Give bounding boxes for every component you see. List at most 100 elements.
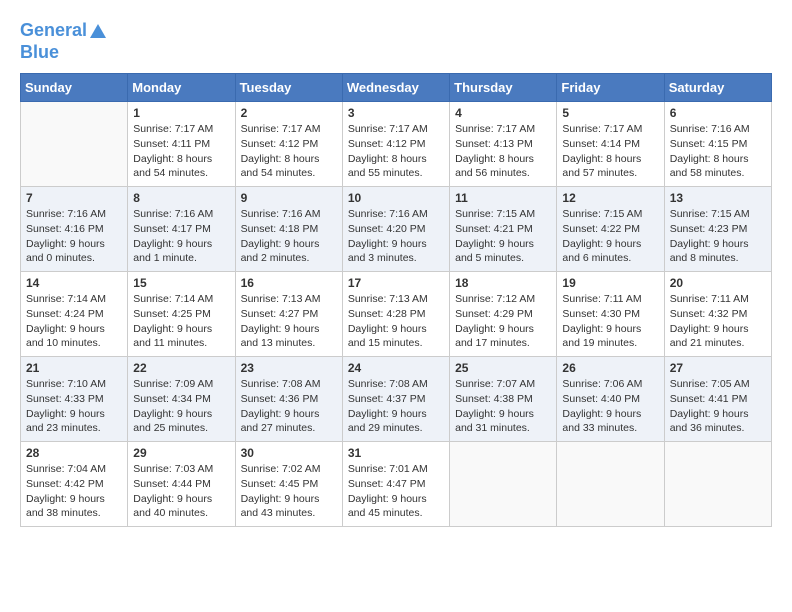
day-info: Sunrise: 7:07 AMSunset: 4:38 PMDaylight:… [455, 377, 551, 436]
calendar-cell: 11 Sunrise: 7:15 AMSunset: 4:21 PMDayligh… [450, 187, 557, 272]
day-info: Sunrise: 7:04 AMSunset: 4:42 PMDaylight:… [26, 462, 122, 521]
day-number: 19 [562, 276, 658, 290]
day-info: Sunrise: 7:01 AMSunset: 4:47 PMDaylight:… [348, 462, 444, 521]
calendar-cell: 24Sunrise: 7:08 AMSunset: 4:37 PMDayligh… [342, 357, 449, 442]
calendar-cell: 3Sunrise: 7:17 AMSunset: 4:12 PMDaylight… [342, 102, 449, 187]
calendar-cell: 10 Sunrise: 7:16 AMSunset: 4:20 PMDayligh… [342, 187, 449, 272]
calendar-cell: 6 Sunrise: 7:16 AMSunset: 4:15 PMDaylight… [664, 102, 771, 187]
calendar-cell: 14 Sunrise: 7:14 AMSunset: 4:24 PMDayligh… [21, 272, 128, 357]
day-info: Sunrise: 7:10 AMSunset: 4:33 PMDaylight:… [26, 377, 122, 436]
header-friday: Friday [557, 74, 664, 102]
calendar-cell: 29 Sunrise: 7:03 AMSunset: 4:44 PMDayligh… [128, 442, 235, 527]
day-info: Sunrise: 7:15 AMSunset: 4:22 PMDaylight:… [562, 207, 658, 266]
calendar-cell: 18Sunrise: 7:12 AMSunset: 4:29 PMDayligh… [450, 272, 557, 357]
day-info: Sunrise: 7:16 AMSunset: 4:15 PMDaylight:… [670, 122, 766, 181]
day-number: 31 [348, 446, 444, 460]
day-info: Sunrise: 7:15 AMSunset: 4:23 PMDaylight:… [670, 207, 766, 266]
day-info: Sunrise: 7:16 AMSunset: 4:16 PMDaylight:… [26, 207, 122, 266]
day-info: Sunrise: 7:17 AMSunset: 4:13 PMDaylight:… [455, 122, 551, 181]
day-info: Sunrise: 7:13 AMSunset: 4:28 PMDaylight:… [348, 292, 444, 351]
header-wednesday: Wednesday [342, 74, 449, 102]
day-info: Sunrise: 7:17 AMSunset: 4:12 PMDaylight:… [241, 122, 337, 181]
day-number: 21 [26, 361, 122, 375]
day-info: Sunrise: 7:17 AMSunset: 4:12 PMDaylight:… [348, 122, 444, 181]
day-info: Sunrise: 7:16 AMSunset: 4:20 PMDaylight:… [348, 207, 444, 266]
calendar-cell: 9Sunrise: 7:16 AMSunset: 4:18 PMDaylight… [235, 187, 342, 272]
day-number: 5 [562, 106, 658, 120]
calendar-cell: 25 Sunrise: 7:07 AMSunset: 4:38 PMDayligh… [450, 357, 557, 442]
calendar-cell: 4Sunrise: 7:17 AMSunset: 4:13 PMDaylight… [450, 102, 557, 187]
day-number: 16 [241, 276, 337, 290]
day-number: 8 [133, 191, 229, 205]
day-info: Sunrise: 7:14 AMSunset: 4:25 PMDaylight:… [133, 292, 229, 351]
day-info: Sunrise: 7:06 AMSunset: 4:40 PMDaylight:… [562, 377, 658, 436]
day-number: 20 [670, 276, 766, 290]
week-row-1: 1 Sunrise: 7:17 AMSunset: 4:11 PMDaylight… [21, 102, 772, 187]
day-info: Sunrise: 7:17 AMSunset: 4:14 PMDaylight:… [562, 122, 658, 181]
calendar-cell: 16 Sunrise: 7:13 AMSunset: 4:27 PMDayligh… [235, 272, 342, 357]
calendar-cell: 1 Sunrise: 7:17 AMSunset: 4:11 PMDaylight… [128, 102, 235, 187]
calendar-table: SundayMondayTuesdayWednesdayThursdayFrid… [20, 73, 772, 527]
calendar-cell [450, 442, 557, 527]
day-info: Sunrise: 7:11 AMSunset: 4:32 PMDaylight:… [670, 292, 766, 351]
calendar-cell: 15 Sunrise: 7:14 AMSunset: 4:25 PMDayligh… [128, 272, 235, 357]
day-number: 25 [455, 361, 551, 375]
calendar-cell: 20 Sunrise: 7:11 AMSunset: 4:32 PMDayligh… [664, 272, 771, 357]
week-row-2: 7 Sunrise: 7:16 AMSunset: 4:16 PMDaylight… [21, 187, 772, 272]
week-row-5: 28 Sunrise: 7:04 AMSunset: 4:42 PMDayligh… [21, 442, 772, 527]
day-info: Sunrise: 7:16 AMSunset: 4:17 PMDaylight:… [133, 207, 229, 266]
day-info: Sunrise: 7:02 AMSunset: 4:45 PMDaylight:… [241, 462, 337, 521]
calendar-cell: 13Sunrise: 7:15 AMSunset: 4:23 PMDayligh… [664, 187, 771, 272]
day-number: 27 [670, 361, 766, 375]
logo-text: General Blue [20, 20, 106, 63]
day-number: 11 [455, 191, 551, 205]
calendar-cell: 26 Sunrise: 7:06 AMSunset: 4:40 PMDayligh… [557, 357, 664, 442]
calendar-cell [557, 442, 664, 527]
day-number: 12 [562, 191, 658, 205]
week-row-4: 21 Sunrise: 7:10 AMSunset: 4:33 PMDayligh… [21, 357, 772, 442]
calendar-cell: 7 Sunrise: 7:16 AMSunset: 4:16 PMDaylight… [21, 187, 128, 272]
calendar-cell [21, 102, 128, 187]
day-number: 1 [133, 106, 229, 120]
day-number: 7 [26, 191, 122, 205]
day-number: 2 [241, 106, 337, 120]
day-info: Sunrise: 7:11 AMSunset: 4:30 PMDaylight:… [562, 292, 658, 351]
day-info: Sunrise: 7:14 AMSunset: 4:24 PMDaylight:… [26, 292, 122, 351]
day-info: Sunrise: 7:05 AMSunset: 4:41 PMDaylight:… [670, 377, 766, 436]
calendar-cell: 8 Sunrise: 7:16 AMSunset: 4:17 PMDaylight… [128, 187, 235, 272]
day-info: Sunrise: 7:17 AMSunset: 4:11 PMDaylight:… [133, 122, 229, 181]
calendar-cell: 22Sunrise: 7:09 AMSunset: 4:34 PMDayligh… [128, 357, 235, 442]
calendar-cell: 17 Sunrise: 7:13 AMSunset: 4:28 PMDayligh… [342, 272, 449, 357]
calendar-cell: 31 Sunrise: 7:01 AMSunset: 4:47 PMDayligh… [342, 442, 449, 527]
header-thursday: Thursday [450, 74, 557, 102]
logo-blue: Blue [20, 42, 106, 64]
day-number: 23 [241, 361, 337, 375]
day-info: Sunrise: 7:03 AMSunset: 4:44 PMDaylight:… [133, 462, 229, 521]
day-number: 6 [670, 106, 766, 120]
logo-general: General [20, 20, 87, 40]
header-tuesday: Tuesday [235, 74, 342, 102]
calendar-cell: 23 Sunrise: 7:08 AMSunset: 4:36 PMDayligh… [235, 357, 342, 442]
week-row-3: 14 Sunrise: 7:14 AMSunset: 4:24 PMDayligh… [21, 272, 772, 357]
day-number: 14 [26, 276, 122, 290]
page-header: General Blue [20, 20, 772, 63]
day-number: 15 [133, 276, 229, 290]
day-number: 10 [348, 191, 444, 205]
header-monday: Monday [128, 74, 235, 102]
day-number: 17 [348, 276, 444, 290]
day-number: 9 [241, 191, 337, 205]
day-info: Sunrise: 7:15 AMSunset: 4:21 PMDaylight:… [455, 207, 551, 266]
logo: General Blue [20, 20, 106, 63]
day-number: 29 [133, 446, 229, 460]
day-info: Sunrise: 7:08 AMSunset: 4:36 PMDaylight:… [241, 377, 337, 436]
calendar-cell: 27 Sunrise: 7:05 AMSunset: 4:41 PMDayligh… [664, 357, 771, 442]
calendar-cell: 28 Sunrise: 7:04 AMSunset: 4:42 PMDayligh… [21, 442, 128, 527]
day-number: 24 [348, 361, 444, 375]
calendar-cell: 30Sunrise: 7:02 AMSunset: 4:45 PMDayligh… [235, 442, 342, 527]
day-number: 28 [26, 446, 122, 460]
header-saturday: Saturday [664, 74, 771, 102]
day-info: Sunrise: 7:13 AMSunset: 4:27 PMDaylight:… [241, 292, 337, 351]
day-number: 26 [562, 361, 658, 375]
day-info: Sunrise: 7:09 AMSunset: 4:34 PMDaylight:… [133, 377, 229, 436]
header-row: SundayMondayTuesdayWednesdayThursdayFrid… [21, 74, 772, 102]
